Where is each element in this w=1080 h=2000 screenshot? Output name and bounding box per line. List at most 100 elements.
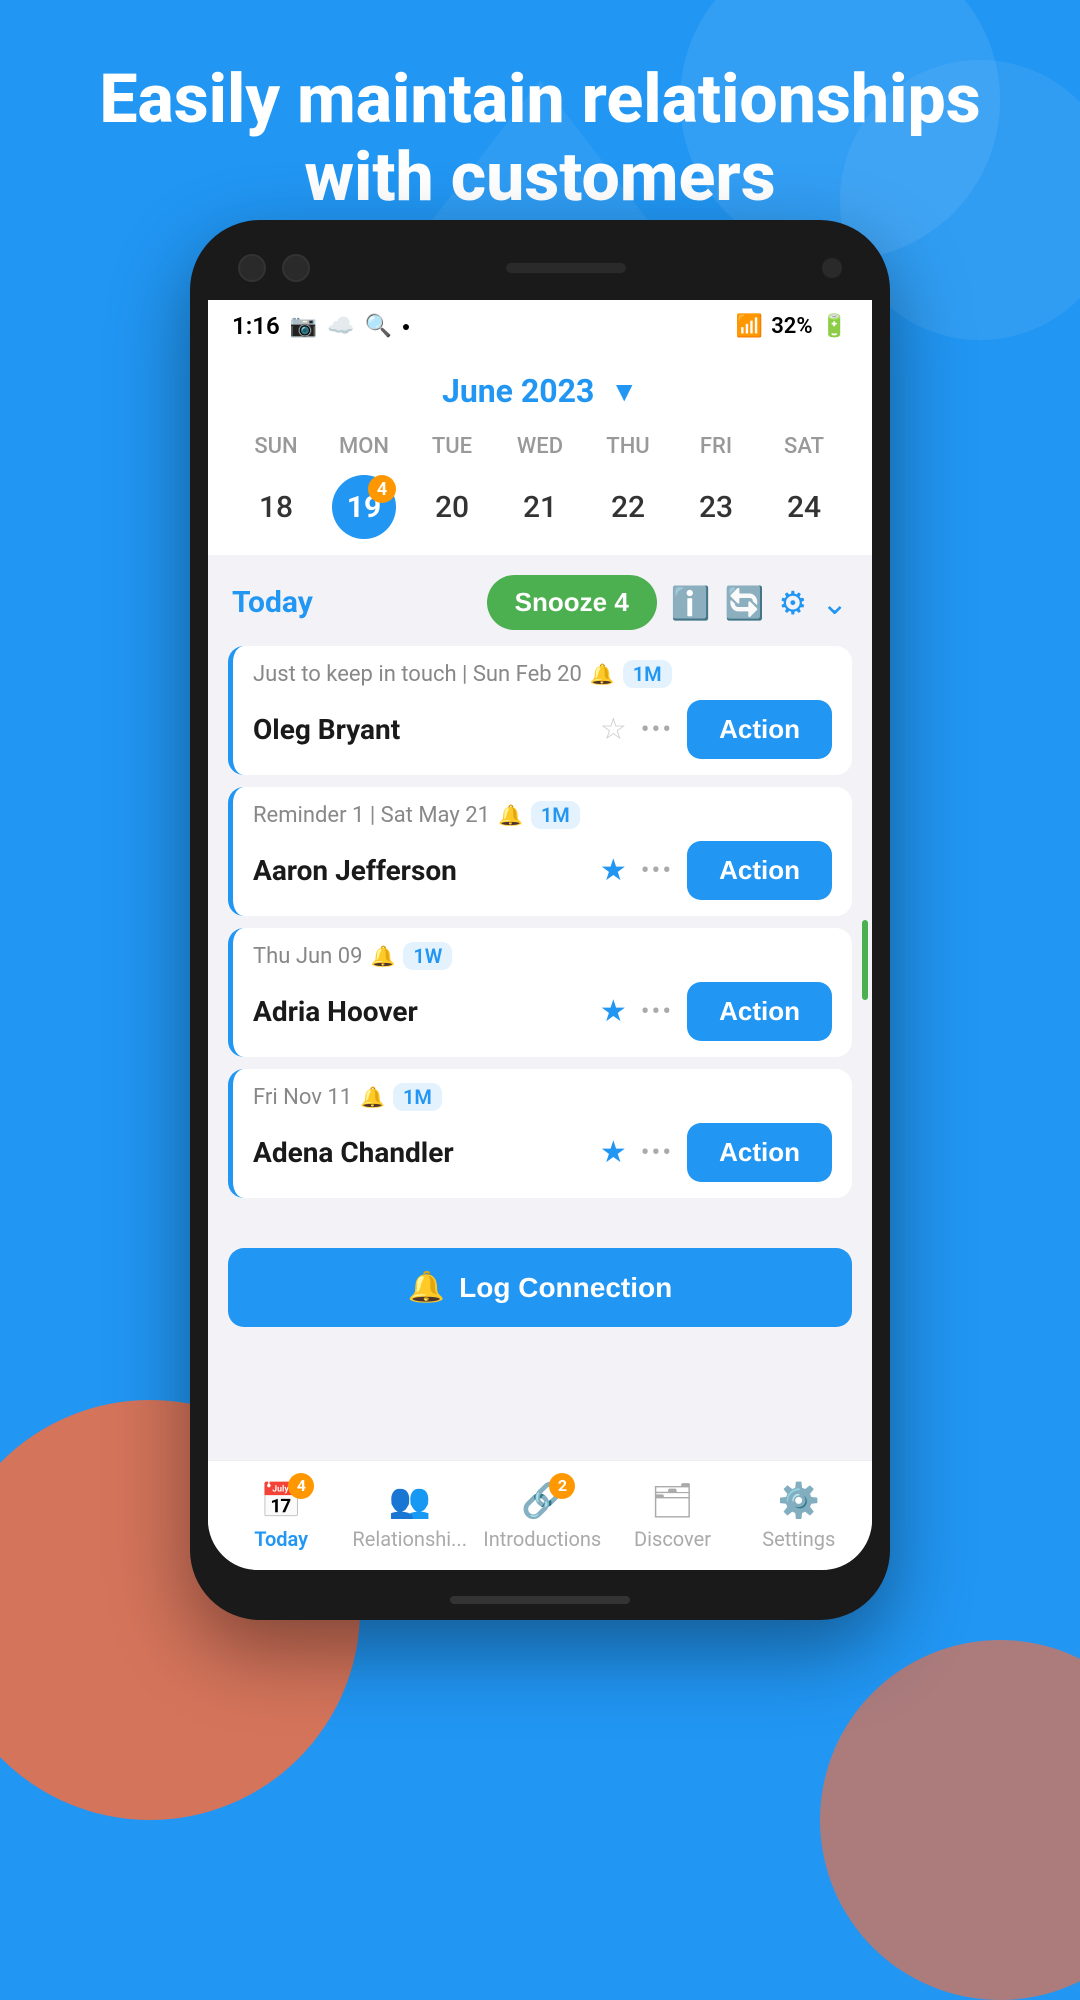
nav-relationships[interactable]: 👥 Relationshi... [352,1481,467,1551]
day-thu: THU [584,430,672,463]
log-btn-area: 🔔 Log Connection [208,1228,872,1343]
date-22[interactable]: 22 [584,475,672,539]
battery-level: 32% [771,314,812,339]
card-body-2: Adria Hoover ★ ••• Action [233,974,852,1057]
reminder-icon-0: 🔔 [590,662,615,686]
reminder-icon-3: 🔔 [360,1085,385,1109]
day-wed: WED [496,430,584,463]
star-button-0[interactable]: ☆ [600,712,627,747]
date-number-20: 20 [420,475,484,539]
status-left: 1:16 📷 ☁️ 🔍 ● [232,312,410,340]
month-title: June 2023 [442,372,594,410]
date-number-23: 23 [684,475,748,539]
bg-decoration-5 [820,1640,1080,2000]
camera-lens-1 [238,254,266,282]
front-camera [822,258,842,278]
home-bar [450,1596,630,1604]
day-headers: SUN MON TUE WED THU FRI SAT [232,430,848,463]
scrollable-content: Today Snooze 4 ℹ️ 🔄 ⚙ ⌄ Just to keep in … [208,555,872,1460]
date-row: 18 19 4 20 21 22 2 [232,475,848,555]
date-21[interactable]: 21 [496,475,584,539]
day-tue: TUE [408,430,496,463]
phone-frame: 1:16 📷 ☁️ 🔍 ● 📶 32% 🔋 June 2023 ▼ [190,220,890,1620]
expand-icon[interactable]: ⌄ [821,584,848,622]
date-20[interactable]: 20 [408,475,496,539]
relationships-nav-icon: 👥 [389,1481,431,1521]
filter-icon[interactable]: ⚙ [779,584,808,622]
discover-nav-label: Discover [634,1527,711,1551]
bottom-nav: 📅 4 Today 👥 Relationshi... 🔗 2 Introduct… [208,1460,872,1570]
action-button-1[interactable]: Action [687,841,832,900]
snooze-button[interactable]: Snooze 4 [487,575,657,630]
date-24[interactable]: 24 [760,475,848,539]
dot-icon: ● [402,318,410,335]
refresh-icon[interactable]: 🔄 [725,584,765,622]
more-button-0[interactable]: ••• [641,715,673,745]
phone-notch [208,238,872,298]
relationships-nav-label: Relationshi... [352,1527,467,1551]
card-meta-text-0: Just to keep in touch | Sun Feb 20 [253,662,582,687]
day-sun: SUN [232,430,320,463]
battery-icon: 🔋 [821,314,848,339]
contact-name-0: Oleg Bryant [253,713,586,746]
today-nav-icon: 📅 4 [260,1481,302,1521]
more-button-3[interactable]: ••• [641,1138,673,1168]
cloud-icon: ☁️ [327,314,354,339]
card-meta-2: Thu Jun 09 🔔 1W [233,928,852,974]
more-button-1[interactable]: ••• [641,856,673,886]
nav-discover[interactable]: 🗂 Discover [618,1481,728,1551]
nav-settings[interactable]: ⚙️ Settings [744,1481,854,1551]
log-btn-label: Log Connection [459,1272,672,1304]
date-23[interactable]: 23 [672,475,760,539]
star-button-1[interactable]: ★ [600,853,627,888]
card-meta-text-1: Reminder 1 | Sat May 21 [253,803,490,828]
reminder-icon-1: 🔔 [498,803,523,827]
nav-introductions[interactable]: 🔗 2 Introductions [483,1481,601,1551]
today-toolbar: Today Snooze 4 ℹ️ 🔄 ⚙ ⌄ [208,555,872,646]
nav-today[interactable]: 📅 4 Today [226,1481,336,1551]
calendar-section: June 2023 ▼ SUN MON TUE WED THU FRI SAT … [208,352,872,555]
star-button-3[interactable]: ★ [600,1135,627,1170]
day-fri: FRI [672,430,760,463]
date-19[interactable]: 19 4 [320,475,408,539]
star-button-2[interactable]: ★ [600,994,627,1029]
date-18[interactable]: 18 [232,475,320,539]
action-button-3[interactable]: Action [687,1123,832,1182]
more-button-2[interactable]: ••• [641,997,673,1027]
contact-name-3: Adena Chandler [253,1136,586,1169]
info-icon[interactable]: ℹ️ [671,584,711,622]
today-nav-badge: 4 [288,1473,314,1499]
instagram-icon: 📷 [290,314,317,339]
location-icon: 🔍 [364,314,391,339]
day-sat: SAT [760,430,848,463]
card-meta-text-3: Fri Nov 11 [253,1085,352,1110]
chevron-down-icon[interactable]: ▼ [610,375,638,408]
date-number-22: 22 [596,475,660,539]
contact-name-2: Adria Hoover [253,995,586,1028]
reminder-icon-2: 🔔 [370,944,395,968]
contacts-list: Just to keep in touch | Sun Feb 20 🔔 1M … [208,646,872,1198]
status-bar: 1:16 📷 ☁️ 🔍 ● 📶 32% 🔋 [208,300,872,352]
date-number-21: 21 [508,475,572,539]
today-label: Today [232,585,473,620]
day-mon: MON [320,430,408,463]
introductions-nav-badge: 2 [549,1473,575,1499]
hero-title: Easily maintain relationships with custo… [0,60,1080,216]
discover-nav-icon: 🗂 [651,1481,694,1521]
month-row: June 2023 ▼ [232,372,848,410]
card-meta-1: Reminder 1 | Sat May 21 🔔 1M [233,787,852,833]
action-button-2[interactable]: Action [687,982,832,1041]
action-button-0[interactable]: Action [687,700,832,759]
camera-lens-2 [282,254,310,282]
date-number-18: 18 [244,475,308,539]
wifi-icon: 📶 [736,314,763,339]
date-number-24: 24 [772,475,836,539]
introductions-nav-label: Introductions [483,1527,601,1551]
today-nav-label: Today [254,1527,308,1551]
contact-card-2: Thu Jun 09 🔔 1W Adria Hoover ★ ••• Actio… [228,928,852,1057]
log-connection-button[interactable]: 🔔 Log Connection [228,1248,852,1327]
camera-group [238,254,310,282]
card-badge-1: 1M [531,801,580,829]
scroll-indicator [862,920,868,1000]
card-body-0: Oleg Bryant ☆ ••• Action [233,692,852,775]
